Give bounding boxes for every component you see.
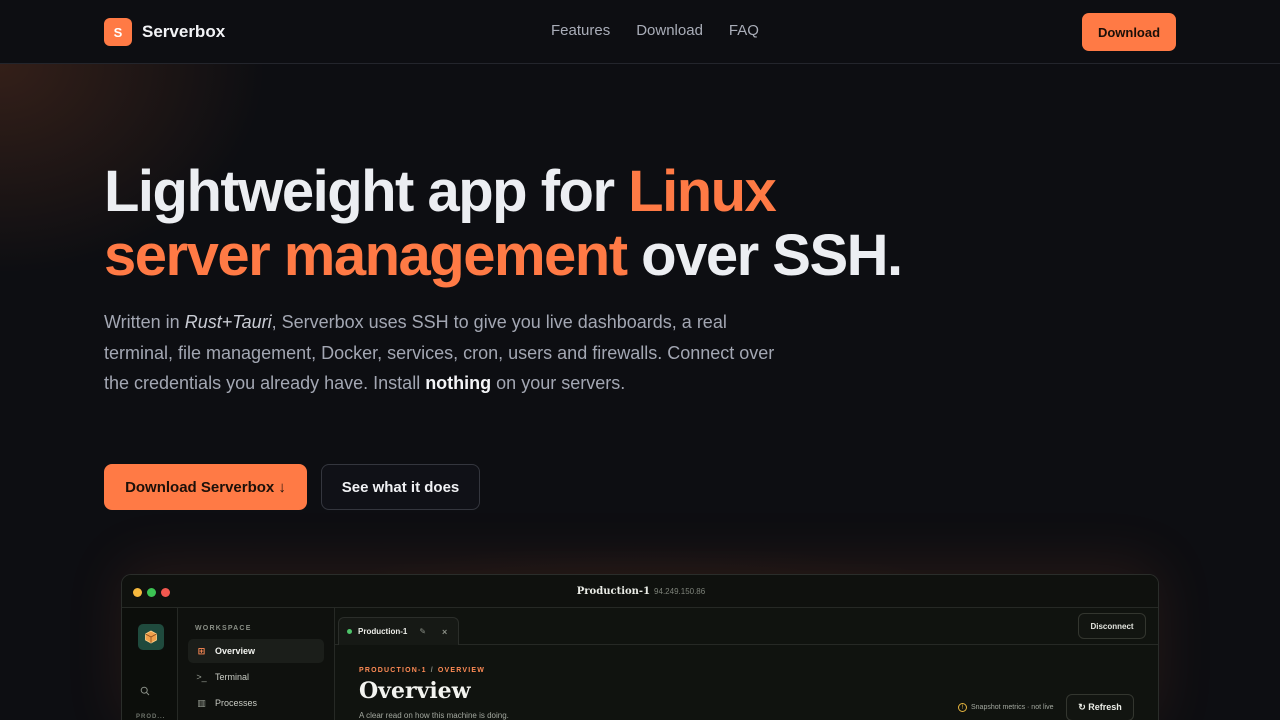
bar-chart-icon: ▥ [197, 697, 206, 708]
sidebar-item-overview[interactable]: ⊞ Overview [188, 639, 324, 663]
serverbox-logo-icon: S [104, 18, 132, 46]
hero-sub-nothing: nothing [425, 373, 492, 393]
nav-link-features[interactable]: Features [551, 22, 610, 39]
hero-sub-tech: Rust+Tauri [184, 312, 272, 332]
page-title: Overview [359, 678, 471, 704]
nav-links: Features Download FAQ [551, 22, 759, 39]
close-icon[interactable]: × [442, 627, 447, 637]
package-icon[interactable] [138, 624, 164, 650]
terminal-icon: >_ [196, 672, 207, 682]
window-titlebar: Production-1 94.249.150.86 [122, 575, 1158, 608]
hero-title-accent-server: server management [104, 223, 628, 288]
hero-sub-3: on your servers. [491, 373, 626, 393]
nav-download-button[interactable]: Download [1082, 13, 1176, 51]
window-title: Production-1 94.249.150.86 [122, 586, 1158, 597]
search-icon[interactable] [140, 686, 152, 698]
app-preview-window: Production-1 94.249.150.86 PROD... WORKSP… [121, 574, 1159, 720]
breadcrumb-server[interactable]: PRODUCTION-1 [359, 667, 427, 674]
tab-bar: Production-1 ✎ × Disconnect [335, 608, 1158, 645]
snapshot-note: ! Snapshot metrics · not live [958, 703, 1053, 712]
top-nav: S Serverbox Features Download FAQ Downlo… [0, 0, 1280, 64]
brand[interactable]: S Serverbox [104, 18, 225, 46]
disconnect-button[interactable]: Disconnect [1078, 613, 1146, 639]
snapshot-note-text: Snapshot metrics · not live [971, 704, 1054, 711]
refresh-icon: ↻ [1078, 702, 1086, 712]
refresh-label: Refresh [1088, 702, 1122, 712]
search-icon-glyph [140, 686, 150, 696]
nav-link-faq[interactable]: FAQ [729, 22, 759, 39]
breadcrumb-separator: / [430, 667, 434, 674]
download-serverbox-button[interactable]: Download Serverbox ↓ [104, 464, 307, 510]
breadcrumb-page: OVERVIEW [437, 667, 486, 674]
package-icon-glyph [145, 630, 157, 644]
refresh-button[interactable]: ↻ Refresh [1066, 694, 1134, 720]
window-title-name: Production-1 [576, 586, 651, 597]
window-title-ip: 94.249.150.86 [654, 587, 706, 596]
connected-status-dot [347, 629, 352, 634]
tab-label: Production-1 [358, 627, 408, 636]
info-icon: ! [958, 703, 967, 712]
sidebar-item-label: Overview [215, 646, 256, 656]
hero-title: Lightweight app for Linux server manageme… [104, 160, 1004, 288]
sidebar-item-label: Terminal [215, 672, 250, 682]
brand-name: Serverbox [142, 22, 226, 41]
sidebar-heading: WORKSPACE [195, 625, 252, 632]
nav-link-download[interactable]: Download [636, 22, 703, 39]
hero-subtitle: Written in Rust+Tauri, Serverbox uses SS… [104, 307, 784, 399]
workspace-sidebar: WORKSPACE ⊞ Overview >_ Terminal ▥ Proce… [178, 608, 335, 720]
hero-title-part1: Lightweight app for [104, 159, 629, 224]
sidebar-item-processes[interactable]: ▥ Processes [188, 691, 324, 715]
see-what-it-does-button[interactable]: See what it does [321, 464, 480, 510]
pencil-icon[interactable]: ✎ [419, 627, 426, 636]
rail-server-label[interactable]: PROD... [136, 714, 165, 720]
sidebar-item-label: Processes [215, 698, 258, 708]
tab-production-1[interactable]: Production-1 ✎ × [338, 617, 459, 645]
app-rail: PROD... [122, 608, 178, 720]
breadcrumb: PRODUCTION-1/OVERVIEW [359, 667, 485, 674]
hero-sub-1: Written in [104, 312, 185, 332]
app-content: Production-1 ✎ × Disconnect PRODUCTION-1… [335, 608, 1158, 720]
grid-icon: ⊞ [197, 645, 206, 656]
hero-title-accent-linux: Linux [628, 159, 777, 224]
page-subtitle: A clear read on how this machine is doin… [359, 711, 509, 720]
sidebar-item-terminal[interactable]: >_ Terminal [188, 665, 324, 689]
hero-title-part2: over SSH. [626, 223, 903, 288]
